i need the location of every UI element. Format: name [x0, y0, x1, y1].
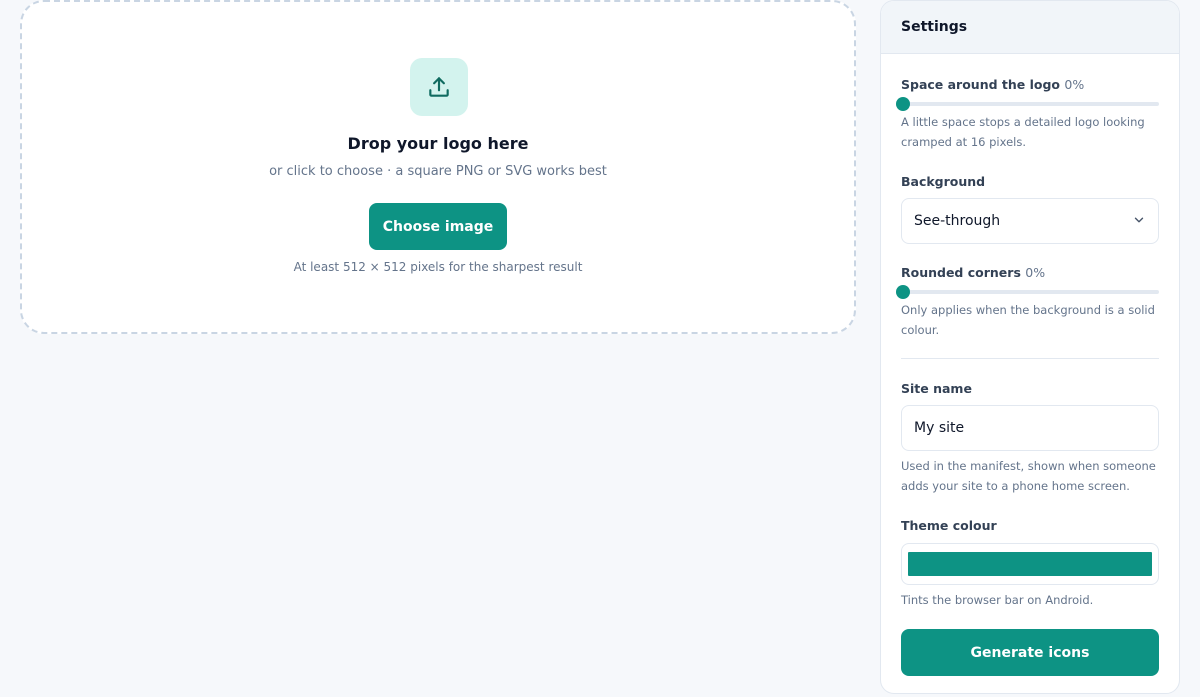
dropzone-subtitle: or click to choose · a square PNG or SVG…	[269, 164, 607, 179]
corners-label: Rounded corners 0%	[901, 265, 1045, 280]
padding-slider-track	[903, 102, 1159, 106]
background-label: Background	[901, 174, 986, 189]
padding-slider[interactable]	[896, 97, 1159, 111]
corners-help: Only applies when the background is a so…	[901, 303, 1155, 337]
corners-slider-track	[903, 290, 1159, 294]
corners-slider-thumb[interactable]	[896, 285, 910, 299]
settings-title: Settings	[901, 19, 968, 35]
padding-slider-thumb[interactable]	[896, 97, 910, 111]
upload-icon	[410, 58, 468, 116]
settings-divider	[901, 358, 1159, 359]
settings-header: Settings	[881, 1, 1179, 54]
dropzone-hint: At least 512 × 512 pixels for the sharpe…	[293, 260, 583, 274]
site-name-input[interactable]: My site	[901, 405, 1159, 451]
background-select[interactable]: See-through	[901, 198, 1159, 244]
padding-label: Space around the logo 0%	[901, 77, 1084, 92]
padding-label-text: Space around the logo	[901, 77, 1061, 92]
site-name-help: Used in the manifest, shown when someone…	[901, 459, 1156, 493]
corners-value: 0%	[1025, 265, 1046, 280]
theme-colour-swatch	[908, 552, 1152, 576]
chevron-down-icon	[1132, 212, 1146, 231]
generate-icons-button[interactable]: Generate icons	[901, 629, 1159, 676]
site-name-label: Site name	[901, 381, 972, 396]
padding-value: 0%	[1064, 77, 1085, 92]
corners-label-text: Rounded corners	[901, 265, 1021, 280]
settings-panel: Settings Space around the logo 0% A litt…	[880, 0, 1180, 694]
theme-colour-picker[interactable]	[901, 543, 1159, 585]
theme-colour-label: Theme colour	[901, 518, 997, 533]
padding-help: A little space stops a detailed logo loo…	[901, 115, 1145, 149]
theme-colour-help: Tints the browser bar on Android.	[901, 593, 1094, 607]
page: Drop your logo here or click to choose ·…	[0, 0, 1200, 697]
corners-slider[interactable]	[896, 285, 1159, 299]
dropzone-title: Drop your logo here	[347, 134, 529, 153]
background-select-value: See-through	[914, 213, 1001, 229]
logo-dropzone[interactable]: Drop your logo here or click to choose ·…	[20, 0, 856, 334]
choose-image-button[interactable]: Choose image	[369, 203, 507, 250]
